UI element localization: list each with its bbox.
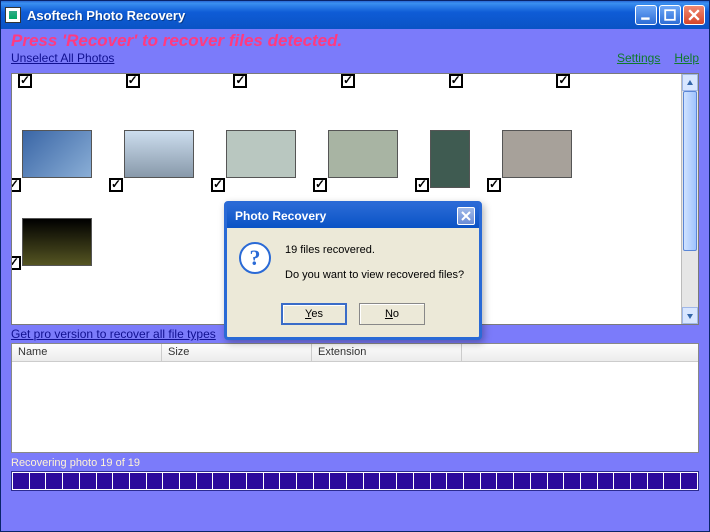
help-link[interactable]: Help: [674, 51, 699, 65]
yes-button[interactable]: Yes: [281, 303, 347, 325]
dialog-body: ? 19 files recovered. Do you want to vie…: [227, 228, 479, 295]
window-controls: [635, 5, 705, 25]
app-icon: [5, 7, 21, 23]
dialog-line2: Do you want to view recovered files?: [285, 267, 464, 284]
photo-checkbox[interactable]: [126, 74, 140, 88]
photo-thumbnail[interactable]: [502, 130, 572, 188]
vertical-scrollbar[interactable]: [681, 74, 698, 324]
dialog-line1: 19 files recovered.: [285, 242, 464, 259]
photo-checkbox[interactable]: [211, 178, 225, 192]
header-links: Unselect All Photos Settings Help: [11, 51, 699, 65]
photo-checkbox[interactable]: [11, 256, 21, 270]
column-extension[interactable]: Extension: [312, 344, 462, 361]
column-size[interactable]: Size: [162, 344, 312, 361]
photo-thumbnail[interactable]: [226, 130, 296, 188]
dialog-close-button[interactable]: [457, 207, 475, 225]
column-blank: [462, 344, 698, 361]
dialog-title: Photo Recovery: [235, 209, 326, 223]
photo-checkbox[interactable]: [449, 74, 463, 88]
scroll-down-button[interactable]: [682, 307, 698, 324]
instruction-text: Press 'Recover' to recover files detecte…: [11, 31, 699, 51]
dialog-titlebar: Photo Recovery: [227, 204, 479, 228]
window-title: Asoftech Photo Recovery: [27, 8, 635, 23]
file-table: Name Size Extension: [11, 343, 699, 453]
scroll-thumb[interactable]: [683, 91, 697, 251]
top-checkbox-row: [18, 74, 664, 88]
question-icon: ?: [239, 242, 271, 274]
photo-checkbox[interactable]: [415, 178, 429, 192]
photo-image: [22, 130, 92, 178]
pro-version-link[interactable]: Get pro version to recover all file type…: [11, 327, 216, 341]
photo-checkbox[interactable]: [233, 74, 247, 88]
photo-image: [226, 130, 296, 178]
photo-checkbox[interactable]: [341, 74, 355, 88]
photo-image: [124, 130, 194, 178]
no-button[interactable]: No: [359, 303, 425, 325]
photo-checkbox[interactable]: [556, 74, 570, 88]
settings-link[interactable]: Settings: [617, 51, 660, 65]
recovery-dialog: Photo Recovery ? 19 files recovered. Do …: [224, 201, 482, 340]
maximize-button[interactable]: [659, 5, 681, 25]
scroll-up-button[interactable]: [682, 74, 698, 91]
photo-checkbox[interactable]: [313, 178, 327, 192]
thumbnail-row: [22, 130, 675, 188]
photo-image: [22, 218, 92, 266]
photo-image: [328, 130, 398, 178]
minimize-button[interactable]: [635, 5, 657, 25]
photo-checkbox[interactable]: [487, 178, 501, 192]
photo-thumbnail[interactable]: [430, 130, 470, 188]
unselect-all-link[interactable]: Unselect All Photos: [11, 51, 114, 65]
dialog-buttons: Yes No: [227, 295, 479, 337]
titlebar: Asoftech Photo Recovery: [1, 1, 709, 29]
photo-image: [430, 130, 470, 188]
photo-checkbox[interactable]: [11, 178, 21, 192]
photo-image: [502, 130, 572, 178]
dialog-text: 19 files recovered. Do you want to view …: [285, 242, 464, 291]
progress-bar: [11, 471, 699, 491]
close-button[interactable]: [683, 5, 705, 25]
photo-thumbnail[interactable]: [22, 130, 92, 188]
status-text: Recovering photo 19 of 19: [1, 453, 709, 471]
column-name[interactable]: Name: [12, 344, 162, 361]
photo-thumbnail[interactable]: [124, 130, 194, 188]
scroll-track[interactable]: [682, 91, 698, 307]
table-header: Name Size Extension: [12, 344, 698, 362]
header: Press 'Recover' to recover files detecte…: [1, 29, 709, 73]
photo-checkbox[interactable]: [18, 74, 32, 88]
photo-checkbox[interactable]: [109, 178, 123, 192]
photo-thumbnail[interactable]: [328, 130, 398, 188]
photo-thumbnail[interactable]: [22, 218, 92, 266]
